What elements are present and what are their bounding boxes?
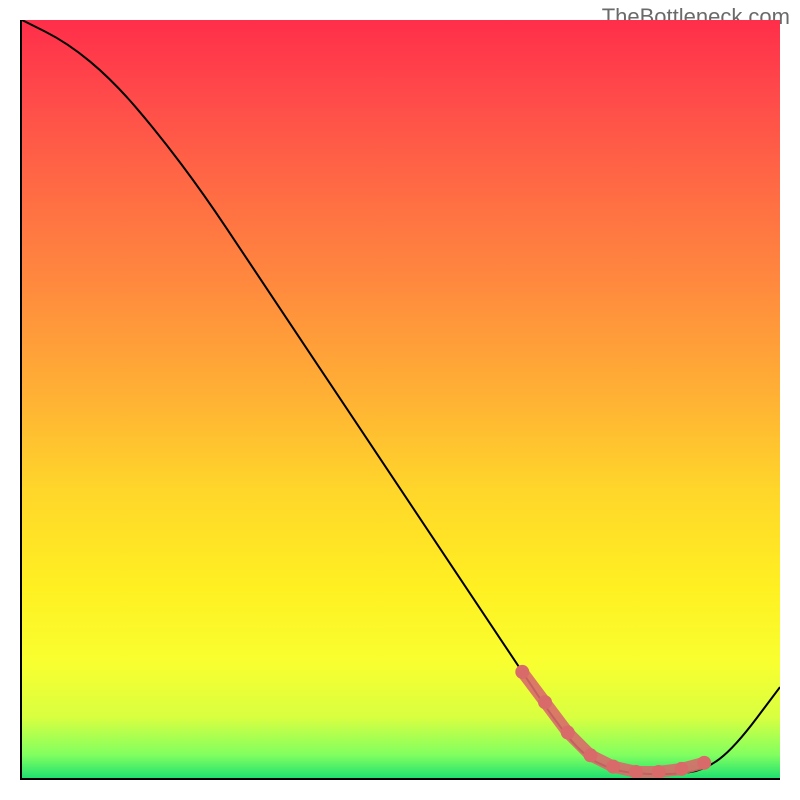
curve-layer — [22, 20, 780, 778]
plot-area — [20, 20, 780, 780]
bottleneck-curve — [22, 20, 780, 774]
chart-container: TheBottleneck.com — [0, 0, 800, 800]
optimal-range-markers — [515, 665, 711, 778]
